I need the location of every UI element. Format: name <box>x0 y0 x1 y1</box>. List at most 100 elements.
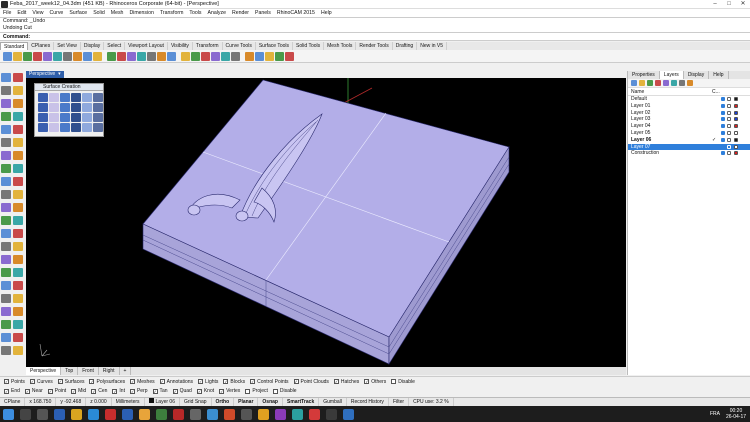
tab-select[interactable]: Select <box>104 42 126 50</box>
app-icon[interactable] <box>275 408 286 420</box>
menu-edit[interactable]: Edit <box>17 10 26 16</box>
ellipse-icon[interactable] <box>13 112 23 121</box>
heightfield-icon[interactable] <box>93 123 103 132</box>
sphere-icon[interactable] <box>13 164 23 173</box>
cone-srf-icon[interactable] <box>71 123 81 132</box>
new-icon[interactable] <box>3 51 12 61</box>
layer-color-swatch[interactable] <box>734 97 738 101</box>
search-icon[interactable] <box>20 408 31 420</box>
osnap-polysurfaces-checkbox[interactable]: ✓ Polysurfaces <box>89 379 125 385</box>
rocket-engine-left[interactable] <box>187 204 201 216</box>
app-icon[interactable] <box>105 408 116 420</box>
copy-icon[interactable] <box>63 51 72 61</box>
save-icon[interactable] <box>23 51 32 61</box>
transform-icon[interactable] <box>1 190 11 199</box>
layer-row[interactable]: Layer 01 <box>628 103 750 110</box>
menu-tools[interactable]: Tools <box>189 10 201 16</box>
menu-render[interactable]: Render <box>232 10 249 16</box>
loft-icon[interactable] <box>82 93 92 102</box>
osnap2-end-checkbox[interactable]: ✓ End <box>4 388 20 394</box>
layer-row[interactable]: Layer 05 <box>628 130 750 137</box>
layer-row[interactable]: Layer 07 <box>628 143 750 151</box>
move-down-icon[interactable] <box>663 80 669 86</box>
help-icon[interactable] <box>285 51 294 61</box>
app-icon[interactable] <box>190 408 201 420</box>
panel-tab-properties[interactable]: Properties <box>628 71 660 79</box>
redo-icon[interactable] <box>93 51 102 61</box>
import-icon[interactable] <box>43 51 52 61</box>
tab-solid-tools[interactable]: Solid Tools <box>293 42 325 50</box>
polygon-icon[interactable] <box>13 125 23 134</box>
chrome-icon[interactable] <box>139 408 150 420</box>
split-icon[interactable] <box>1 255 11 264</box>
layer-row[interactable]: Default <box>628 96 750 103</box>
surface-creation-header[interactable]: Surface Creation <box>35 84 103 91</box>
osnap2-vertex-checkbox[interactable]: ✓ Vertex <box>219 388 240 394</box>
osnap2-knot-checkbox[interactable]: ✓ Knot <box>196 388 214 394</box>
plane-icon[interactable] <box>38 123 48 132</box>
hide-icon[interactable] <box>265 51 274 61</box>
paste-icon[interactable] <box>73 51 82 61</box>
rhino-taskbar-icon[interactable] <box>241 408 252 420</box>
layer-color-swatch[interactable] <box>734 124 738 129</box>
new-layer-icon[interactable] <box>631 80 637 86</box>
sweep2-icon[interactable] <box>60 103 70 112</box>
tab-set-view[interactable]: Set View <box>54 42 81 50</box>
osnap-annotations-checkbox[interactable]: ✓ Annotations <box>159 379 193 385</box>
osnap-meshes-checkbox[interactable]: ✓ Meshes <box>130 379 155 385</box>
layer-row[interactable]: Layer 04 <box>628 123 750 130</box>
panel-tab-display[interactable]: Display <box>684 71 710 79</box>
tab-surface-tools[interactable]: Surface Tools <box>256 42 294 50</box>
lock-icon[interactable] <box>727 110 731 115</box>
patch-icon[interactable] <box>82 103 92 112</box>
curve-icon[interactable] <box>1 99 11 108</box>
extra-icon[interactable] <box>13 346 23 355</box>
network-icon[interactable] <box>71 103 81 112</box>
osnap2-disable-checkbox[interactable]: Disable <box>272 388 297 394</box>
analyze-icon[interactable] <box>1 294 11 303</box>
layer-color-swatch[interactable] <box>734 110 738 115</box>
osnap-point-clouds-checkbox[interactable]: ✓ Point Clouds <box>293 379 329 385</box>
tab-visibility[interactable]: Visibility <box>168 42 193 50</box>
trim-icon[interactable] <box>13 242 23 251</box>
print-icon[interactable] <box>33 51 42 61</box>
menu-surface[interactable]: Surface <box>69 10 87 16</box>
filter-icon[interactable] <box>679 80 685 86</box>
zoom-selected-icon[interactable] <box>157 51 166 61</box>
revolve-icon[interactable] <box>93 93 103 102</box>
layer-color-swatch[interactable] <box>734 103 738 108</box>
select-icon[interactable] <box>1 73 11 82</box>
move-up-icon[interactable] <box>655 80 661 86</box>
corner-points-icon[interactable] <box>38 93 48 102</box>
history-icon[interactable] <box>13 307 23 316</box>
select-all-icon[interactable] <box>191 51 200 61</box>
offset-icon[interactable] <box>13 138 23 147</box>
acrobat-icon[interactable] <box>173 408 184 420</box>
menu-file[interactable]: File <box>3 10 11 16</box>
tab-curve-tools[interactable]: Curve Tools <box>223 42 256 50</box>
tab-mesh-tools[interactable]: Mesh Tools <box>324 42 357 50</box>
line-icon[interactable] <box>1 86 11 95</box>
osnap2-perp-checkbox[interactable]: ✓ Perp <box>129 388 148 394</box>
rocket-engine-right[interactable] <box>235 210 249 222</box>
visibility-bulb-icon[interactable] <box>721 97 725 101</box>
osnap-hatches-checkbox[interactable]: ✓ Hatches <box>333 379 359 385</box>
osnap2-quad-checkbox[interactable]: ✓ Quad <box>172 388 192 394</box>
visibility-bulb-icon[interactable] <box>721 151 725 156</box>
tab-new-in-v5[interactable]: New in V5 <box>417 42 448 50</box>
tab-transform[interactable]: Transform <box>193 42 223 50</box>
delete-layer-icon[interactable] <box>647 80 653 86</box>
osnap2-project-checkbox[interactable]: Project <box>245 388 268 394</box>
viewport-tab-add[interactable]: + <box>120 367 132 375</box>
tab-display[interactable]: Display <box>81 42 105 50</box>
maximize-button[interactable]: □ <box>722 0 736 9</box>
visibility-bulb-icon[interactable] <box>721 124 725 129</box>
open-icon[interactable] <box>13 51 22 61</box>
layer-row[interactable]: Layer 02 <box>628 110 750 117</box>
viewport-perspective[interactable] <box>26 78 626 367</box>
visibility-bulb-icon[interactable] <box>721 103 725 108</box>
rotate-view-icon[interactable] <box>117 51 126 61</box>
layer-row[interactable]: Layer 03 <box>628 116 750 123</box>
chamfer-srf-icon[interactable] <box>60 113 70 122</box>
fillet-icon[interactable] <box>1 138 11 147</box>
